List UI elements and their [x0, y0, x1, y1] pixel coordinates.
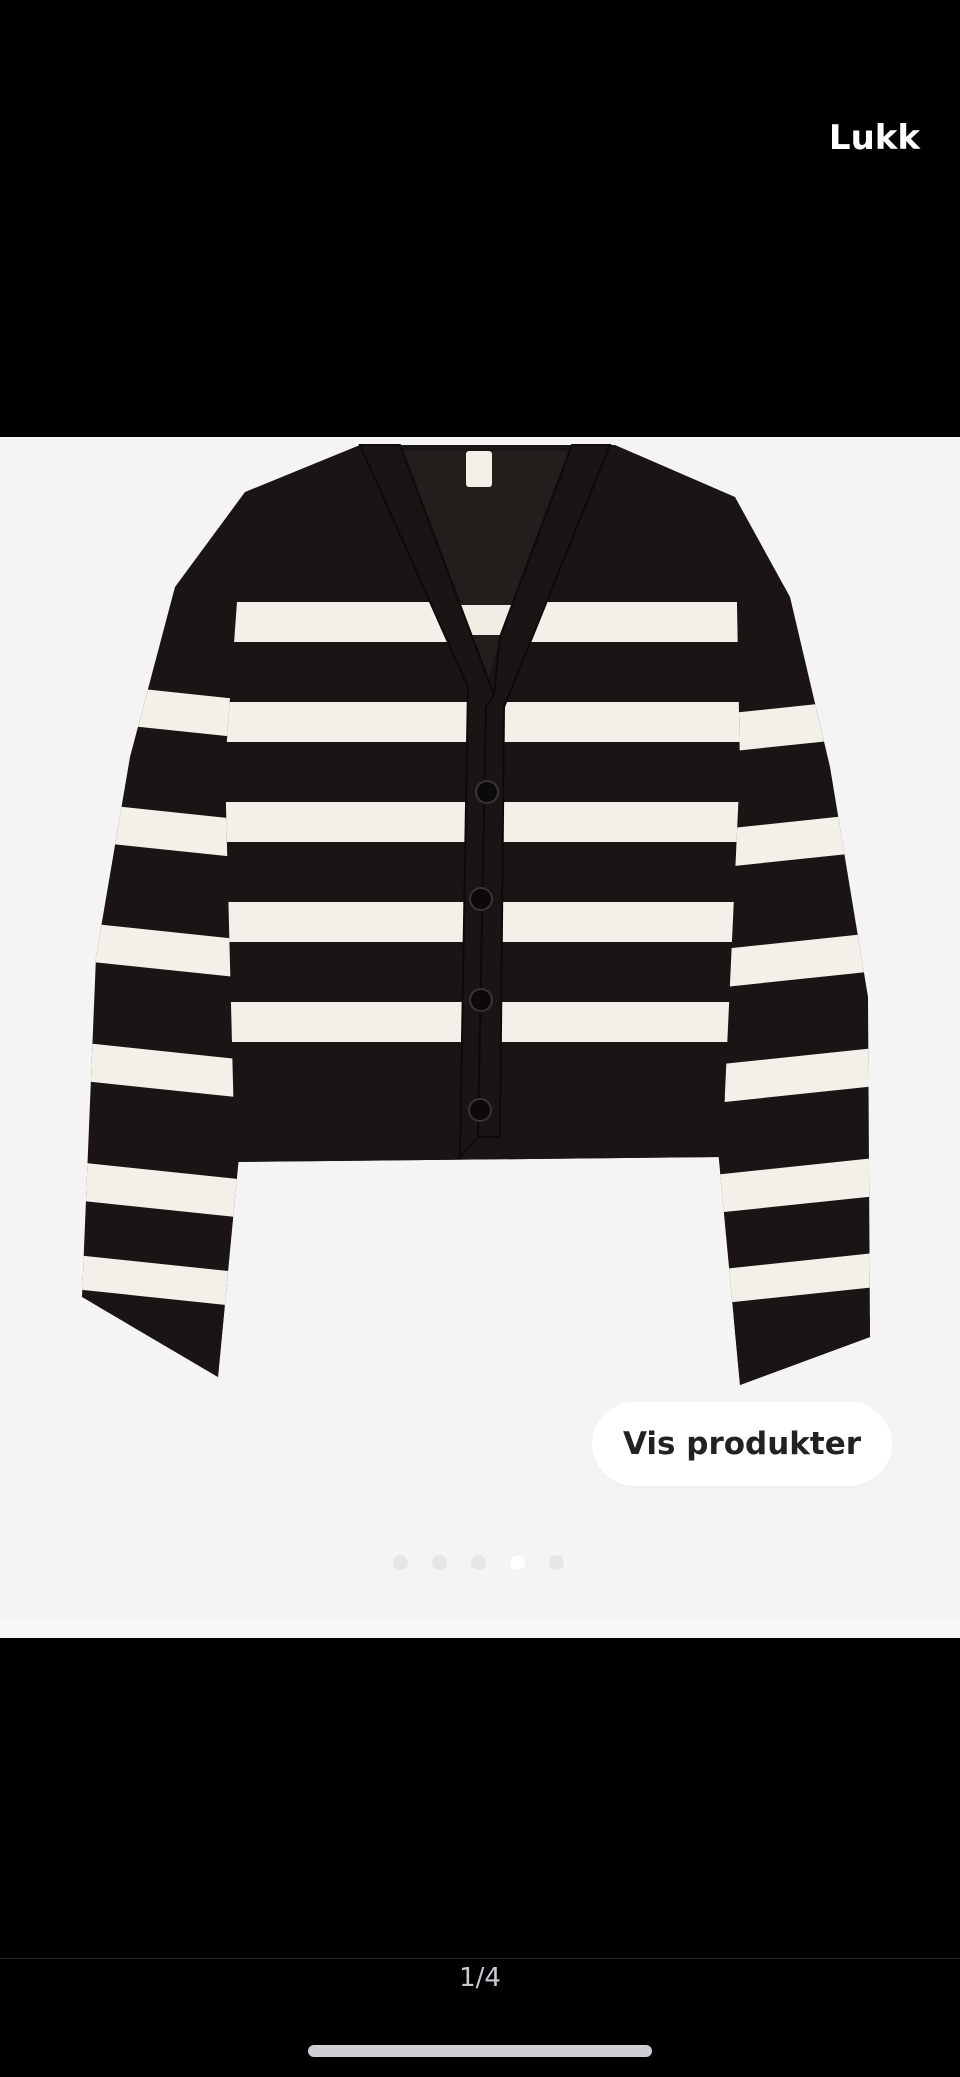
carousel-pagination — [393, 1555, 564, 1570]
carousel-dot-active[interactable] — [510, 1555, 525, 1570]
carousel-dot[interactable] — [549, 1555, 564, 1570]
close-button[interactable]: Lukk — [829, 118, 920, 158]
image-viewer-panel[interactable]: Vis produkter — [0, 437, 960, 1638]
page-counter: 1/4 — [459, 1963, 501, 1993]
carousel-dot[interactable] — [471, 1555, 486, 1570]
carousel-dot[interactable] — [393, 1555, 408, 1570]
footer-divider — [0, 1958, 960, 1959]
carousel-dot[interactable] — [432, 1555, 447, 1570]
home-indicator[interactable] — [308, 2045, 652, 2057]
show-products-button[interactable]: Vis produkter — [592, 1402, 892, 1486]
product-image-viewer: Lukk Vis produkter 1/4 — [0, 0, 960, 2077]
product-image — [82, 444, 870, 1385]
viewer-bottom-edge — [0, 1618, 960, 1638]
